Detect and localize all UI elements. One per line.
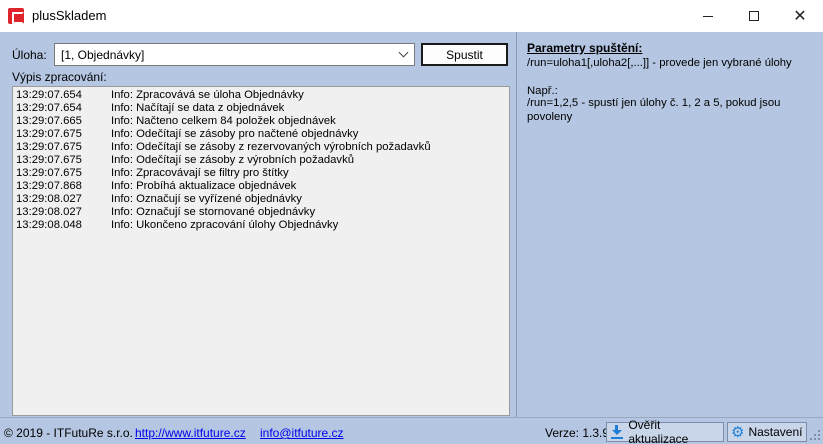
log-time: 13:29:07.675 <box>16 167 82 179</box>
log-row: 13:29:08.027 Info: Označují se stornované… <box>13 206 509 219</box>
log-row: 13:29:07.675 Info: Zpracovávají se filtry… <box>13 167 509 180</box>
log-row: 13:29:07.868 Info: Probíhá aktualizace ob… <box>13 180 509 193</box>
log-message: Info: Probíhá aktualizace objednávek <box>111 180 297 192</box>
download-icon <box>610 425 623 439</box>
log-time: 13:29:08.027 <box>16 193 82 205</box>
settings-button[interactable]: ⚙ Nastavení <box>727 422 807 442</box>
email-link[interactable]: info@itfuture.cz <box>260 426 344 440</box>
status-bar: © 2019 - ITFutuRe s.r.o. http://www.itfu… <box>0 417 823 444</box>
window-title: plusSkladem <box>32 8 107 23</box>
settings-label: Nastavení <box>748 425 803 439</box>
copyright-text: © 2019 - ITFutuRe s.r.o. <box>4 426 133 440</box>
version-text: Verze: 1.3.9 <box>545 426 610 440</box>
params-example-text: /run=1,2,5 - spustí jen úlohy č. 1, 2 a … <box>527 97 781 123</box>
log-message: Info: Zpracovává se úloha Objednávky <box>111 89 304 101</box>
log-row: 13:29:08.027 Info: Označují se vyřízené o… <box>13 193 509 206</box>
left-pane: Úloha: [1, Objednávky] Spustit Výpis zpr… <box>0 32 516 417</box>
params-usage: /run=uloha1[,uloha2[,...]] - provede jen… <box>527 57 792 69</box>
log-row: 13:29:07.675 Info: Odečítají se zásoby pr… <box>13 128 509 141</box>
log-row: 13:29:07.665 Info: Načteno celkem 84 polo… <box>13 115 509 128</box>
log-message: Info: Označují se vyřízené objednávky <box>111 193 302 205</box>
task-select-value: [1, Objednávky] <box>61 47 145 62</box>
run-button[interactable]: Spustit <box>421 43 508 66</box>
chevron-down-icon[interactable] <box>396 47 410 61</box>
log-row: 13:29:07.675 Info: Odečítají se zásoby z … <box>13 154 509 167</box>
log-message: Info: Odečítají se zásoby z rezervovanýc… <box>111 141 431 153</box>
resize-grip-icon[interactable] <box>810 430 820 440</box>
log-time: 13:29:08.048 <box>16 219 82 231</box>
client-area: Úloha: [1, Objednávky] Spustit Výpis zpr… <box>0 32 823 444</box>
app-icon <box>8 8 24 24</box>
log-time: 13:29:08.027 <box>16 206 82 218</box>
log-message: Info: Načteno celkem 84 položek objednáv… <box>111 115 336 127</box>
maximize-button[interactable] <box>731 0 777 32</box>
log-message: Info: Zpracovávají se filtry pro štítky <box>111 167 289 179</box>
website-link[interactable]: http://www.itfuture.cz <box>135 426 246 440</box>
log-row: 13:29:07.654 Info: Načítají se data z obj… <box>13 102 509 115</box>
log-time: 13:29:07.868 <box>16 180 82 192</box>
log-row: 13:29:07.675 Info: Odečítají se zásoby z … <box>13 141 509 154</box>
params-pane: Parametry spuštění: /run=uloha1[,uloha2[… <box>517 32 823 417</box>
gear-icon: ⚙ <box>731 422 745 441</box>
minimize-button[interactable] <box>685 0 731 32</box>
log-time: 13:29:07.675 <box>16 154 82 166</box>
log-message: Info: Načítají se data z objednávek <box>111 102 285 114</box>
task-label: Úloha: <box>12 48 47 62</box>
log-message: Info: Označují se stornované objednávky <box>111 206 316 218</box>
task-select[interactable]: [1, Objednávky] <box>54 43 415 66</box>
log-time: 13:29:07.675 <box>16 128 82 140</box>
minimize-icon <box>703 15 713 17</box>
log-list[interactable]: 13:29:07.654 Info: Zpracovává se úloha Ob… <box>12 86 510 416</box>
log-message: Info: Odečítají se zásoby pro načtené ob… <box>111 128 359 140</box>
log-row: 13:29:07.654 Info: Zpracovává se úloha Ob… <box>13 89 509 102</box>
log-row: 13:29:08.048 Info: Ukončeno zpracování úl… <box>13 219 509 232</box>
close-button[interactable]: ✕ <box>777 0 823 32</box>
maximize-icon <box>749 11 759 21</box>
log-time: 13:29:07.654 <box>16 89 82 101</box>
log-time: 13:29:07.675 <box>16 141 82 153</box>
log-message: Info: Odečítají se zásoby z výrobních po… <box>111 154 355 166</box>
log-time: 13:29:07.665 <box>16 115 82 127</box>
params-title: Parametry spuštění: <box>527 41 643 55</box>
log-label: Výpis zpracování: <box>12 70 107 84</box>
title-bar[interactable]: plusSkladem ✕ <box>0 0 823 32</box>
log-message: Info: Ukončeno zpracování úlohy Objednáv… <box>111 219 339 231</box>
check-updates-label: Ověřit aktualizace <box>628 418 689 444</box>
log-time: 13:29:07.654 <box>16 102 82 114</box>
close-icon: ✕ <box>793 6 807 25</box>
check-updates-button[interactable]: Ověřit aktualizace <box>606 418 724 444</box>
